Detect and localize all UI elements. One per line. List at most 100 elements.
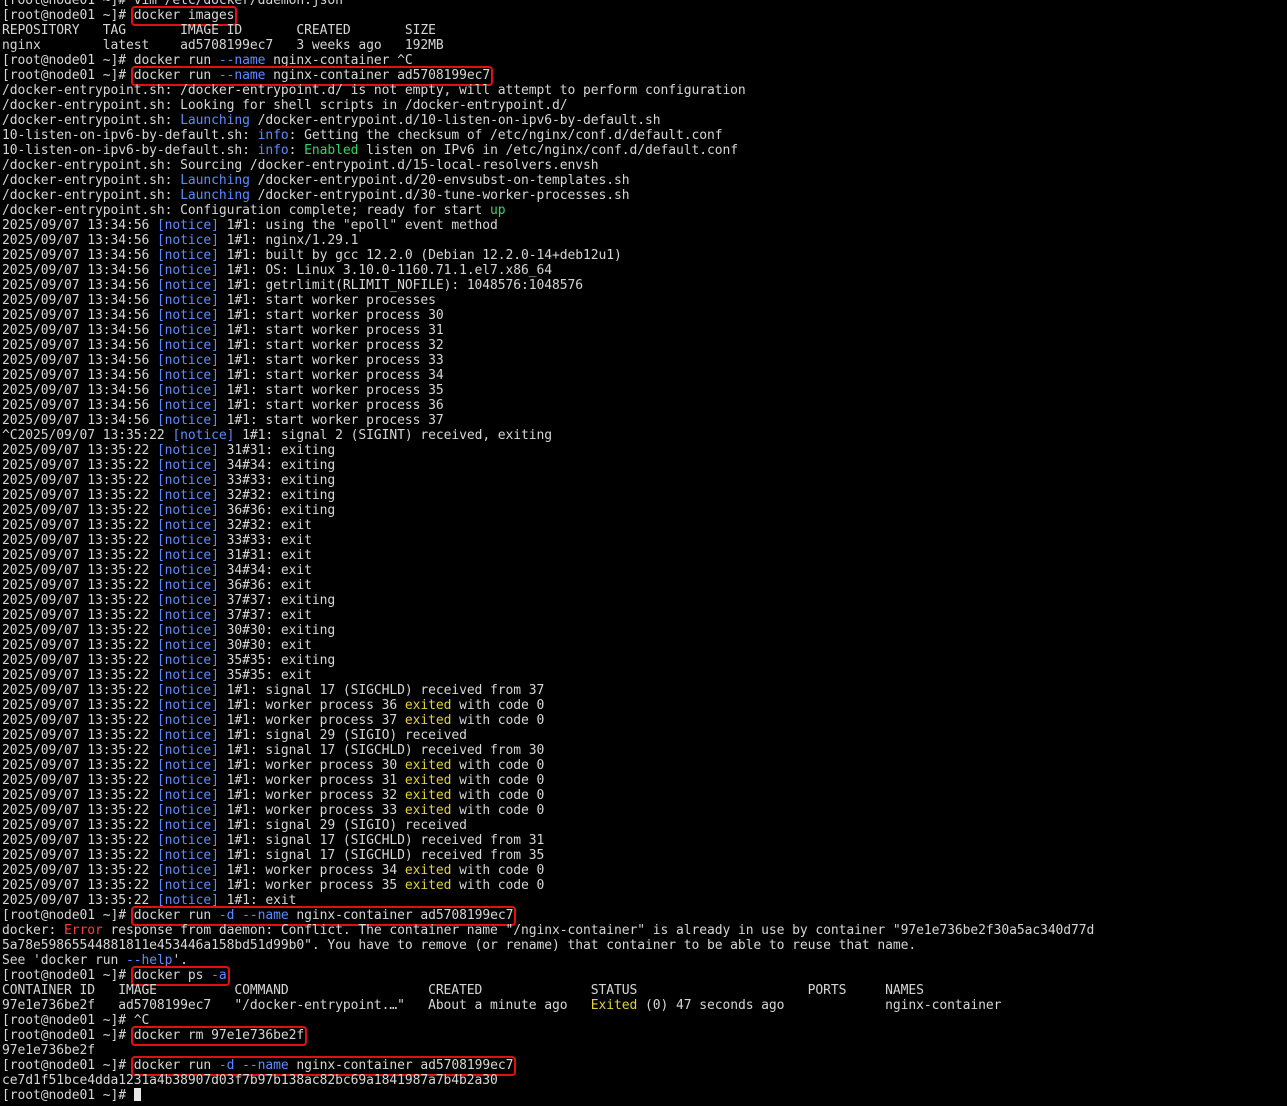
- colored-text: [notice]: [156, 773, 219, 788]
- terminal-line: 2025/09/07 13:35:22 [notice] 1#1: signal…: [2, 683, 1287, 698]
- terminal-text: 1#1: start worker process 36: [218, 398, 444, 413]
- terminal-line: 97e1e736be2f: [2, 1043, 1287, 1058]
- terminal-text: 1#1: signal 17 (SIGCHLD) received from 3…: [218, 833, 545, 848]
- terminal-text: 2025/09/07 13:35:22: [2, 773, 157, 788]
- terminal-text: [root@node01 ~]#: [2, 1088, 134, 1103]
- terminal-line: [root@node01 ~]# docker run --name nginx…: [2, 53, 1287, 68]
- terminal-text: 2025/09/07 13:34:56: [2, 278, 157, 293]
- terminal-text: 34#34: exiting: [218, 458, 336, 473]
- terminal-line: [root@node01 ~]# docker run --name nginx…: [2, 66, 1287, 86]
- terminal-text: See 'docker run: [2, 953, 126, 968]
- colored-text: [notice]: [156, 218, 219, 233]
- terminal-text: 32#32: exiting: [218, 488, 336, 503]
- terminal-text: 36#36: exiting: [218, 503, 336, 518]
- colored-text: [notice]: [172, 428, 235, 443]
- terminal-text: 10-listen-on-ipv6-by-default.sh:: [2, 143, 258, 158]
- terminal-text: /docker-entrypoint.sh:: [2, 173, 181, 188]
- terminal-line: 2025/09/07 13:35:22 [notice] 1#1: signal…: [2, 818, 1287, 833]
- terminal-text: 2025/09/07 13:35:22: [2, 848, 157, 863]
- terminal-line: 2025/09/07 13:34:56 [notice] 1#1: start …: [2, 398, 1287, 413]
- terminal-text: 1#1: exit: [218, 893, 297, 908]
- terminal-text: [root@node01 ~]#: [2, 8, 134, 23]
- terminal-text: 5a78e59865544881811e453446a158bd51d99b0"…: [2, 938, 917, 953]
- terminal-text: with code 0: [451, 758, 545, 773]
- terminal-line: 2025/09/07 13:35:22 [notice] 36#36: exit: [2, 578, 1287, 593]
- colored-text: [notice]: [156, 848, 219, 863]
- terminal-text: [root@node01 ~]#: [2, 1058, 134, 1073]
- terminal-text: 97e1e736be2f ad5708199ec7 "/docker-entry…: [2, 998, 591, 1013]
- terminal-text: nginx-container ad5708199ec7: [288, 908, 514, 923]
- terminal-line: /docker-entrypoint.sh: Launching /docker…: [2, 113, 1287, 128]
- colored-text: Launching: [180, 113, 250, 128]
- terminal-text: response from daemon: Conflict. The cont…: [102, 923, 1095, 938]
- colored-text: [notice]: [156, 593, 219, 608]
- terminal-text: 2025/09/07 13:35:22: [2, 638, 157, 653]
- terminal-text: 2025/09/07 13:34:56: [2, 248, 157, 263]
- terminal-text: 2025/09/07 13:35:22: [2, 518, 157, 533]
- terminal-text: with code 0: [451, 773, 545, 788]
- terminal-text: docker:: [2, 923, 64, 938]
- colored-text: [notice]: [156, 653, 219, 668]
- colored-text: [notice]: [156, 518, 219, 533]
- terminal-text: 2025/09/07 13:35:22: [2, 698, 157, 713]
- colored-text: [notice]: [156, 548, 219, 563]
- terminal-output[interactable]: [root@node01 ~]# vim /etc/docker/daemon.…: [0, 0, 1287, 1106]
- colored-text: --help: [125, 953, 173, 968]
- terminal-line: 2025/09/07 13:35:22 [notice] 1#1: signal…: [2, 743, 1287, 758]
- terminal-text: 2025/09/07 13:35:22: [2, 818, 157, 833]
- terminal-text: (0) 47 seconds ago nginx-container: [637, 998, 1002, 1013]
- highlighted-command: docker ps -a: [130, 966, 230, 986]
- colored-text: [notice]: [156, 533, 219, 548]
- terminal-text: 2025/09/07 13:34:56: [2, 413, 157, 428]
- terminal-line: See 'docker run --help'.: [2, 953, 1287, 968]
- colored-text: [notice]: [156, 758, 219, 773]
- colored-text: [notice]: [156, 833, 219, 848]
- terminal-line: 2025/09/07 13:35:22 [notice] 1#1: worker…: [2, 773, 1287, 788]
- terminal-line: 2025/09/07 13:35:22 [notice] 34#34: exit…: [2, 458, 1287, 473]
- terminal-text: 1#1: using the "epoll" event method: [218, 218, 498, 233]
- terminal-text: 2025/09/07 13:35:22: [2, 473, 157, 488]
- colored-text: [notice]: [156, 368, 219, 383]
- terminal-text: CONTAINER ID IMAGE COMMAND CREATED STATU…: [2, 983, 924, 998]
- colored-text: [notice]: [156, 263, 219, 278]
- colored-text: [notice]: [156, 818, 219, 833]
- terminal-text: 2025/09/07 13:35:22: [2, 548, 157, 563]
- terminal-text: docker run: [133, 1058, 219, 1073]
- terminal-line: 2025/09/07 13:35:22 [notice] 1#1: worker…: [2, 803, 1287, 818]
- colored-text: --name: [242, 1058, 289, 1073]
- terminal-text: 2025/09/07 13:34:56: [2, 338, 157, 353]
- colored-text: [notice]: [156, 323, 219, 338]
- colored-text: Exited: [590, 998, 638, 1013]
- terminal-line: 2025/09/07 13:35:22 [notice] 1#1: worker…: [2, 758, 1287, 773]
- terminal-line: [root@node01 ~]# vim /etc/docker/daemon.…: [2, 0, 1287, 8]
- terminal-line: [root@node01 ~]# docker rm 97e1e736be2f: [2, 1026, 1287, 1046]
- highlighted-command: docker run -d --name nginx-container ad5…: [130, 1056, 517, 1076]
- terminal-line: 2025/09/07 13:35:22 [notice] 1#1: exit: [2, 893, 1287, 908]
- terminal-text: 1#1: signal 29 (SIGIO) received: [218, 728, 467, 743]
- terminal-text: 2025/09/07 13:35:22: [2, 743, 157, 758]
- terminal-text: with code 0: [451, 698, 545, 713]
- terminal-line: 2025/09/07 13:35:22 [notice] 1#1: signal…: [2, 833, 1287, 848]
- terminal-text: 2025/09/07 13:35:22: [2, 488, 157, 503]
- terminal-text: 1#1: start worker process 31: [218, 323, 444, 338]
- colored-text: [notice]: [156, 713, 219, 728]
- colored-text: exited: [404, 878, 452, 893]
- terminal-cursor[interactable]: [133, 1088, 141, 1101]
- terminal-line: [root@node01 ~]# docker images: [2, 6, 1287, 26]
- terminal-line: 97e1e736be2f ad5708199ec7 "/docker-entry…: [2, 998, 1287, 1013]
- terminal-line: 2025/09/07 13:34:56 [notice] 1#1: getrli…: [2, 278, 1287, 293]
- terminal-text: 1#1: worker process 30: [218, 758, 405, 773]
- terminal-line: 2025/09/07 13:34:56 [notice] 1#1: OS: Li…: [2, 263, 1287, 278]
- colored-text: --name: [218, 53, 266, 68]
- terminal-text: 2025/09/07 13:35:22: [2, 533, 157, 548]
- terminal-text: 1#1: start worker process 37: [218, 413, 444, 428]
- terminal-text: 2025/09/07 13:35:22: [2, 803, 157, 818]
- colored-text: [notice]: [156, 683, 219, 698]
- terminal-text: with code 0: [451, 788, 545, 803]
- highlighted-command: docker run --name nginx-container ad5708…: [130, 66, 494, 86]
- terminal-text: /docker-entrypoint.d/10-listen-on-ipv6-b…: [249, 113, 661, 128]
- colored-text: [notice]: [156, 698, 219, 713]
- terminal-text: REPOSITORY TAG IMAGE ID CREATED SIZE: [2, 23, 436, 38]
